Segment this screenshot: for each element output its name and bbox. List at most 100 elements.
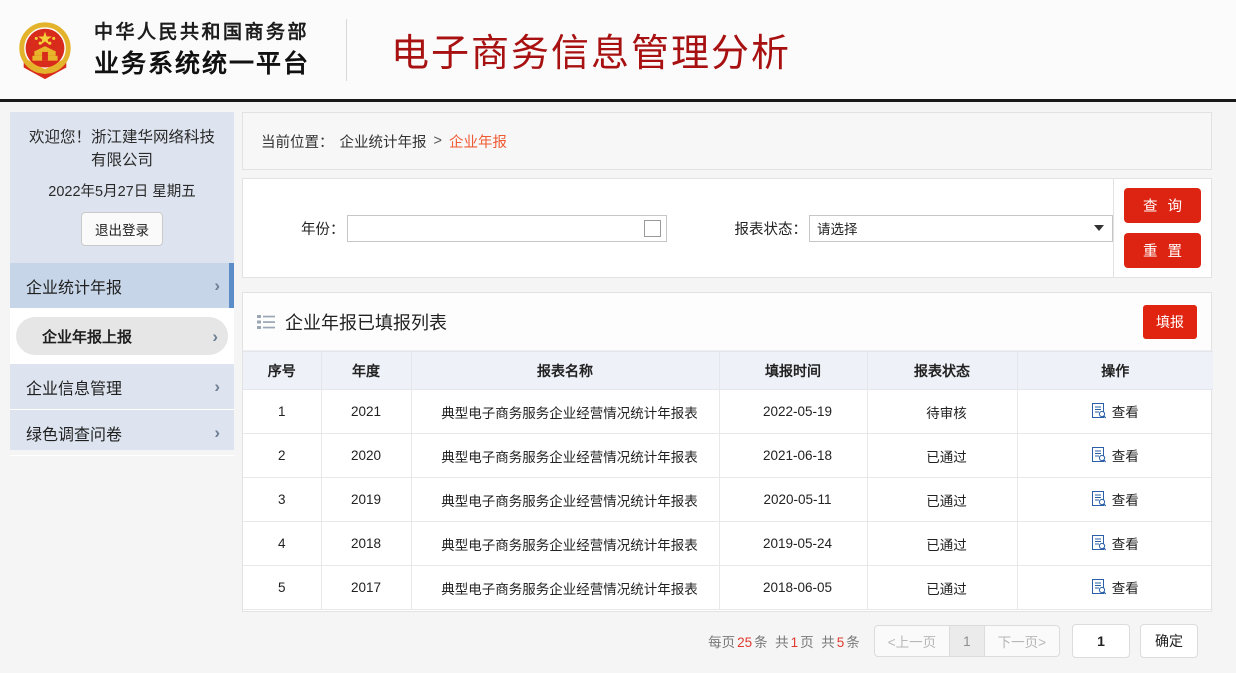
year-field-group: 年份：: [301, 215, 667, 242]
pagination: 每页25条 共1页 共5条 <上一页 1 下一页> 确定: [242, 618, 1212, 664]
breadcrumb-separator: >: [434, 133, 442, 149]
per-page-prefix: 每页: [708, 635, 735, 650]
emblem-container: [4, 19, 86, 81]
chevron-right-icon: ›: [214, 378, 220, 395]
cell-seq: 4: [243, 522, 321, 566]
cell-year: 2017: [321, 566, 411, 610]
sidebar: 欢迎您！浙江建华网络科技有限公司 2022年5月27日 星期五 退出登录 企业统…: [10, 112, 234, 450]
cell-seq: 5: [243, 566, 321, 610]
cell-date: 2019-05-24: [719, 522, 867, 566]
column-header-name: 报表名称: [411, 352, 719, 390]
cell-date: 2018-06-05: [719, 566, 867, 610]
list-icon: [257, 315, 275, 329]
total-prefix: 共: [821, 635, 835, 650]
pagination-info: 每页25条 共1页 共5条: [708, 631, 860, 651]
cell-date: 2021-06-18: [719, 434, 867, 478]
view-label: 查看: [1112, 401, 1139, 421]
view-label: 查看: [1112, 577, 1139, 597]
document-search-icon: [1092, 447, 1106, 463]
year-input[interactable]: [348, 216, 666, 241]
breadcrumb: 当前位置： 企业统计年报 > 企业年报: [242, 112, 1212, 170]
current-page-indicator[interactable]: 1: [949, 625, 985, 657]
ministry-name: 中华人民共和国商务部: [94, 19, 310, 47]
column-header-date: 填报时间: [719, 352, 867, 390]
table-body: 12021典型电子商务服务企业经营情况统计年报表2022-05-19待审核查看2…: [243, 390, 1213, 610]
search-panel: 年份： 报表状态： 请选择 查 询 重 置: [242, 178, 1212, 278]
cell-seq: 1: [243, 390, 321, 434]
column-header-year: 年度: [321, 352, 411, 390]
cell-year: 2018: [321, 522, 411, 566]
platform-name: 业务系统统一平台: [94, 47, 310, 81]
table-head: 序号 年度 报表名称 填报时间 报表状态 操作: [243, 352, 1213, 390]
breadcrumb-current: 企业年报: [449, 131, 507, 152]
cell-action: 查看: [1017, 434, 1213, 478]
column-header-action: 操作: [1017, 352, 1213, 390]
current-date: 2022年5月27日 星期五: [10, 180, 234, 201]
fill-report-button[interactable]: 填报: [1143, 305, 1197, 339]
chevron-right-icon: ›: [214, 424, 220, 441]
view-report-button[interactable]: 查看: [1092, 401, 1139, 421]
view-report-button[interactable]: 查看: [1092, 533, 1139, 553]
status-label: 报表状态：: [735, 218, 808, 239]
document-search-icon: [1092, 535, 1106, 551]
cell-status: 待审核: [867, 390, 1017, 434]
year-input-wrapper[interactable]: [347, 215, 667, 242]
breadcrumb-parent[interactable]: 企业统计年报: [340, 131, 427, 152]
query-button[interactable]: 查 询: [1124, 188, 1201, 223]
sidebar-item-annual-report-submit[interactable]: 企业年报上报 ›: [16, 317, 228, 355]
report-table: 序号 年度 报表名称 填报时间 报表状态 操作 12021典型电子商务服务企业经…: [243, 351, 1213, 610]
search-fields: 年份： 报表状态： 请选择: [243, 179, 1114, 277]
list-title: 企业年报已填报列表: [285, 309, 1143, 335]
table-header-row: 序号 年度 报表名称 填报时间 报表状态 操作: [243, 352, 1213, 390]
prev-page-button[interactable]: <上一页: [874, 625, 950, 657]
logout-button[interactable]: 退出登录: [81, 212, 163, 246]
calendar-icon[interactable]: [644, 220, 661, 237]
sidebar-subnav: 企业年报上报 ›: [10, 309, 234, 364]
cell-action: 查看: [1017, 478, 1213, 522]
sidebar-nav: 企业统计年报 › 企业年报上报 › 企业信息管理 › 绿色调查问卷 ›: [10, 263, 234, 456]
sidebar-item-annual-report[interactable]: 企业统计年报 ›: [10, 263, 234, 309]
column-header-status: 报表状态: [867, 352, 1017, 390]
chevron-down-icon: [1094, 225, 1104, 231]
cell-seq: 3: [243, 478, 321, 522]
chevron-right-icon: ›: [212, 328, 218, 345]
status-select[interactable]: 请选择: [809, 215, 1113, 242]
reset-button[interactable]: 重 置: [1124, 233, 1201, 268]
header-divider: [346, 19, 347, 81]
page-jump-confirm-button[interactable]: 确定: [1140, 624, 1198, 658]
page-jump-input[interactable]: [1072, 624, 1130, 658]
chevron-right-icon: ›: [214, 277, 220, 294]
cell-status: 已通过: [867, 566, 1017, 610]
cell-year: 2021: [321, 390, 411, 434]
view-report-button[interactable]: 查看: [1092, 445, 1139, 465]
page-title: 电子商务信息管理分析: [391, 22, 791, 77]
cell-year: 2020: [321, 434, 411, 478]
cell-status: 已通过: [867, 522, 1017, 566]
status-selected-value: 请选择: [817, 218, 1094, 238]
cell-name: 典型电子商务服务企业经营情况统计年报表: [411, 522, 719, 566]
list-header: 企业年报已填报列表 填报: [243, 293, 1211, 351]
pages-count: 1: [789, 635, 801, 650]
document-search-icon: [1092, 491, 1106, 507]
document-search-icon: [1092, 403, 1106, 419]
total-suffix: 条: [846, 635, 860, 650]
status-field-group: 报表状态： 请选择: [735, 215, 1114, 242]
sidebar-subitem-label: 企业年报上报: [42, 326, 212, 347]
view-report-button[interactable]: 查看: [1092, 577, 1139, 597]
table-row: 32019典型电子商务服务企业经营情况统计年报表2020-05-11已通过查看: [243, 478, 1213, 522]
pagination-controls: <上一页 1 下一页>: [874, 625, 1060, 657]
table-row: 12021典型电子商务服务企业经营情况统计年报表2022-05-19待审核查看: [243, 390, 1213, 434]
sidebar-item-green-survey[interactable]: 绿色调查问卷 ›: [10, 410, 234, 456]
total-count: 5: [835, 635, 847, 650]
view-report-button[interactable]: 查看: [1092, 489, 1139, 509]
report-list-panel: 企业年报已填报列表 填报 序号 年度 报表名称 填报时间 报表状态 操作 120…: [242, 292, 1212, 612]
document-search-icon: [1092, 579, 1106, 595]
table-row: 42018典型电子商务服务企业经营情况统计年报表2019-05-24已通过 查看: [243, 522, 1213, 566]
view-label: 查看: [1112, 489, 1139, 509]
china-national-emblem-icon: [14, 19, 76, 81]
sidebar-item-enterprise-info[interactable]: 企业信息管理 ›: [10, 364, 234, 410]
per-page-suffix: 条: [754, 635, 768, 650]
cell-date: 2020-05-11: [719, 478, 867, 522]
next-page-button[interactable]: 下一页>: [984, 625, 1060, 657]
cell-name: 典型电子商务服务企业经营情况统计年报表: [411, 390, 719, 434]
